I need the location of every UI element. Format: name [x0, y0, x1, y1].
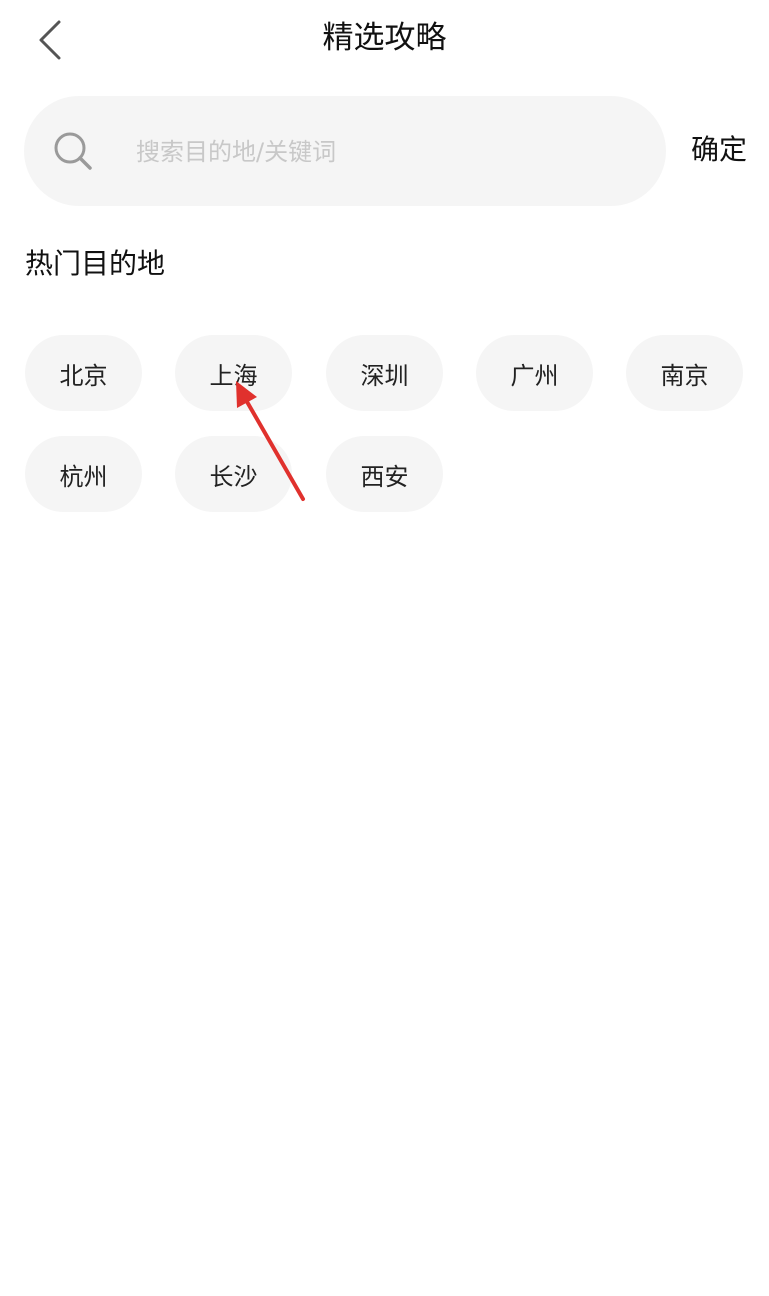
- destination-chip-beijing[interactable]: 北京: [25, 335, 142, 411]
- hot-destinations-title: 热门目的地: [25, 247, 166, 280]
- destination-chip-nanjing[interactable]: 南京: [626, 335, 743, 411]
- destination-chip-changsha[interactable]: 长沙: [175, 436, 292, 512]
- destination-chip-hangzhou[interactable]: 杭州: [25, 436, 142, 512]
- search-input[interactable]: [134, 126, 638, 178]
- search-row: 确定: [24, 96, 754, 206]
- header-bar: 精选攻略: [0, 0, 769, 80]
- destination-chip-shanghai[interactable]: 上海: [175, 335, 292, 411]
- destination-chip-shenzhen[interactable]: 深圳: [326, 335, 443, 411]
- page-title: 精选攻略: [322, 20, 447, 56]
- destination-chip-xian[interactable]: 西安: [326, 436, 443, 512]
- destination-chip-guangzhou[interactable]: 广州: [476, 335, 593, 411]
- confirm-button[interactable]: 确定: [691, 128, 747, 172]
- search-icon: [54, 132, 92, 170]
- search-box[interactable]: [24, 96, 666, 206]
